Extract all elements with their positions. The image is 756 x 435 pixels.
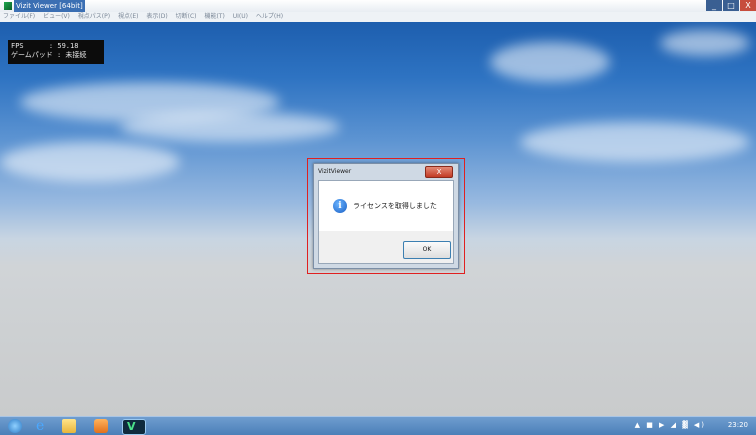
menu-ui[interactable]: UI(U) (230, 13, 251, 20)
gamepad-status: ゲームパッド : 未接続 (11, 51, 87, 59)
maximize-button[interactable]: □ (723, 0, 739, 11)
menu-help[interactable]: ヘルプ(H) (253, 13, 286, 20)
window-title: Vizit Viewer [64bit] (14, 0, 85, 12)
internet-explorer-icon[interactable]: e (36, 419, 50, 433)
ok-button[interactable]: OK (403, 241, 451, 259)
menu-cut[interactable]: 切断(C) (173, 13, 200, 20)
cloud (520, 122, 750, 162)
fps-readout: FPS : 59.18 (11, 42, 79, 50)
menu-tools[interactable]: 機能(T) (201, 13, 227, 20)
vizit-logo-icon (4, 2, 12, 10)
license-dialog: VizitViewer X i ライセンスを取得しました OK (313, 163, 459, 269)
menu-viewpoint[interactable]: 視点(E) (115, 13, 141, 20)
menu-display[interactable]: 表示(D) (143, 13, 170, 20)
vizit-viewer-icon[interactable]: V (122, 419, 146, 435)
close-window-button[interactable]: X (740, 0, 756, 11)
dialog-body: i ライセンスを取得しました OK (318, 180, 454, 264)
menu-view[interactable]: ビュー(V) (40, 13, 73, 20)
menu-file[interactable]: ファイル(F) (0, 13, 38, 20)
folder-icon[interactable] (62, 419, 76, 433)
dialog-close-button[interactable]: X (425, 166, 453, 178)
taskbar: e V ▲ ■ ▶ ◢ ▓ ◀) 23:20 (0, 416, 756, 435)
fps-overlay: FPS : 59.18 ゲームパッド : 未接続 (8, 40, 104, 64)
cloud (490, 42, 610, 82)
clock[interactable]: 23:20 (728, 421, 748, 429)
minimize-button[interactable]: _ (706, 0, 722, 11)
vizit-mark: V (127, 420, 136, 433)
media-player-icon[interactable] (94, 419, 108, 433)
cloud (120, 112, 340, 142)
info-icon: i (333, 199, 347, 213)
dialog-title: VizitViewer (318, 168, 352, 175)
system-tray[interactable]: ▲ ■ ▶ ◢ ▓ ◀) (635, 421, 706, 429)
dialog-message: ライセンスを取得しました (353, 202, 437, 210)
cloud (660, 30, 750, 56)
menu-viewpoint-path[interactable]: 視点パス(P) (75, 13, 113, 20)
cloud (0, 142, 180, 182)
menu-bar: ファイル(F) ビュー(V) 視点パス(P) 視点(E) 表示(D) 切断(C)… (0, 12, 756, 22)
start-orb-icon[interactable] (8, 419, 22, 433)
